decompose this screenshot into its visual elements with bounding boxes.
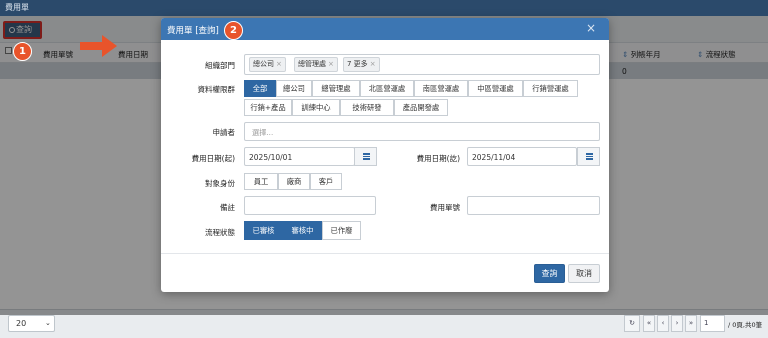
scope-option[interactable]: 行銷+產品	[244, 99, 292, 116]
calendar-icon-line	[363, 156, 370, 157]
status-option[interactable]: 已審核	[244, 221, 283, 240]
org-tag: 總管理處 ×	[294, 57, 338, 72]
calendar-icon-line	[586, 156, 593, 157]
status-option[interactable]: 已作廢	[322, 221, 361, 240]
scope-option[interactable]: 全部	[244, 80, 276, 97]
status-label: 流程狀態	[205, 228, 235, 237]
date-from-calendar-button[interactable]	[354, 147, 377, 166]
remove-tag-icon[interactable]: ×	[370, 60, 376, 68]
prev-page-button[interactable]: ‹	[657, 315, 669, 332]
next-page-button[interactable]: ›	[671, 315, 683, 332]
date-to-calendar-button[interactable]	[577, 147, 600, 166]
page-info: / 0頁,共0筆	[728, 321, 763, 329]
dialog-divider	[161, 253, 609, 254]
chevron-down-icon: ⌄	[45, 319, 51, 327]
refresh-icon: ↻	[629, 319, 635, 327]
fee-no-label: 費用單號	[430, 203, 460, 212]
window-title: 費用單	[0, 0, 768, 16]
annotation-step-1: 1	[13, 42, 32, 61]
identity-option[interactable]: 員工	[244, 173, 278, 190]
scope-option[interactable]: 產品開發處	[394, 99, 448, 116]
remark-label: 備註	[220, 203, 235, 212]
search-button[interactable]: 查詢	[534, 264, 565, 283]
scope-label: 資料權限群	[197, 85, 236, 94]
date-from-value: 2025/10/01	[249, 153, 293, 162]
dialog-title: 費用單 [查詢]	[167, 26, 219, 36]
close-icon[interactable]: ×	[586, 21, 596, 35]
remove-tag-icon[interactable]: ×	[276, 60, 282, 68]
scope-option[interactable]: 技術研發	[340, 99, 394, 116]
scope-option[interactable]: 行銷營運處	[523, 80, 578, 97]
org-tag: 總公司 ×	[249, 57, 286, 72]
identity-option[interactable]: 廠商	[278, 173, 310, 190]
scope-option[interactable]: 北區營運處	[360, 80, 414, 97]
refresh-button[interactable]: ↻	[624, 315, 640, 332]
scope-option[interactable]: 南區營運處	[414, 80, 468, 97]
scope-option[interactable]: 訓練中心	[292, 99, 340, 116]
status-option[interactable]: 審核中	[283, 221, 322, 240]
scope-option[interactable]: 總公司	[276, 80, 312, 97]
scope-option[interactable]: 中區營運處	[468, 80, 523, 97]
annotation-arrow-icon	[80, 35, 117, 57]
fee-no-input[interactable]	[467, 196, 600, 215]
date-to-value: 2025/11/04	[472, 153, 516, 162]
page-number-input[interactable]: 1	[700, 315, 725, 332]
last-page-button[interactable]: »	[685, 315, 697, 332]
date-from-label: 費用日期(起)	[191, 154, 235, 163]
cancel-button[interactable]: 取消	[568, 264, 600, 283]
identity-option[interactable]: 客戶	[310, 173, 342, 190]
scope-option[interactable]: 總管理處	[312, 80, 360, 97]
remove-tag-icon[interactable]: ×	[328, 60, 334, 68]
applicant-placeholder: 選擇...	[252, 128, 274, 137]
applicant-label: 申請者	[212, 128, 236, 137]
identity-label: 對象身份	[205, 179, 235, 188]
date-to-label: 費用日期(訖)	[416, 154, 460, 163]
page-size-select[interactable]: 20 ⌄	[8, 315, 55, 332]
applicant-select[interactable]	[244, 122, 600, 141]
org-tag-more: 7 更多 ×	[343, 57, 380, 72]
remark-input[interactable]	[244, 196, 376, 215]
org-label: 組織部門	[205, 61, 235, 70]
first-page-button[interactable]: «	[643, 315, 655, 332]
annotation-step-2: 2	[224, 21, 243, 40]
